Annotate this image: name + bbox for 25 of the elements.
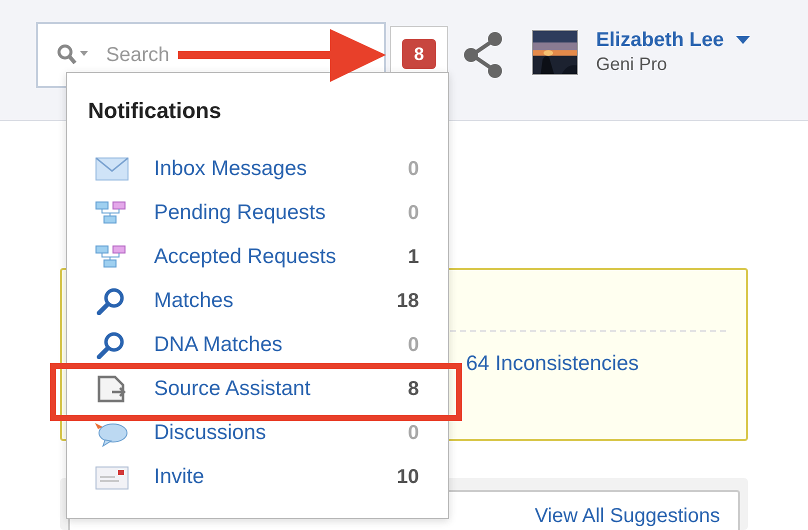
notification-link[interactable]: Source Assistant: [154, 373, 310, 405]
notification-link[interactable]: Matches: [154, 285, 234, 317]
notification-count: 10: [396, 465, 419, 490]
notification-count: 0: [408, 157, 419, 182]
user-name[interactable]: Elizabeth Lee: [596, 28, 724, 52]
notification-count: 0: [408, 333, 419, 358]
notification-link[interactable]: Invite: [154, 461, 204, 493]
caret-icon[interactable]: [736, 36, 750, 44]
dropdown-title: Notifications: [87, 97, 222, 125]
share-icon[interactable]: [464, 32, 502, 78]
notification-count: 1: [408, 245, 419, 270]
notification-link[interactable]: Accepted Requests: [154, 241, 336, 273]
search-icon: [56, 43, 90, 67]
user-plan: Geni Pro: [596, 53, 668, 76]
notification-link[interactable]: Discussions: [154, 417, 266, 449]
notification-count: 18: [396, 289, 419, 314]
notification-count: 8: [408, 377, 419, 402]
notification-link[interactable]: Pending Requests: [154, 197, 326, 229]
envelope-icon: [95, 155, 129, 183]
notification-count: 0: [408, 201, 419, 226]
notification-link[interactable]: DNA Matches: [154, 329, 282, 361]
inconsistencies-link[interactable]: 64 Inconsistencies: [466, 352, 639, 375]
notification-link[interactable]: Inbox Messages: [154, 153, 307, 185]
notification-count: 0: [408, 421, 419, 446]
view-all-suggestions-link[interactable]: View All Suggestions: [534, 504, 720, 530]
